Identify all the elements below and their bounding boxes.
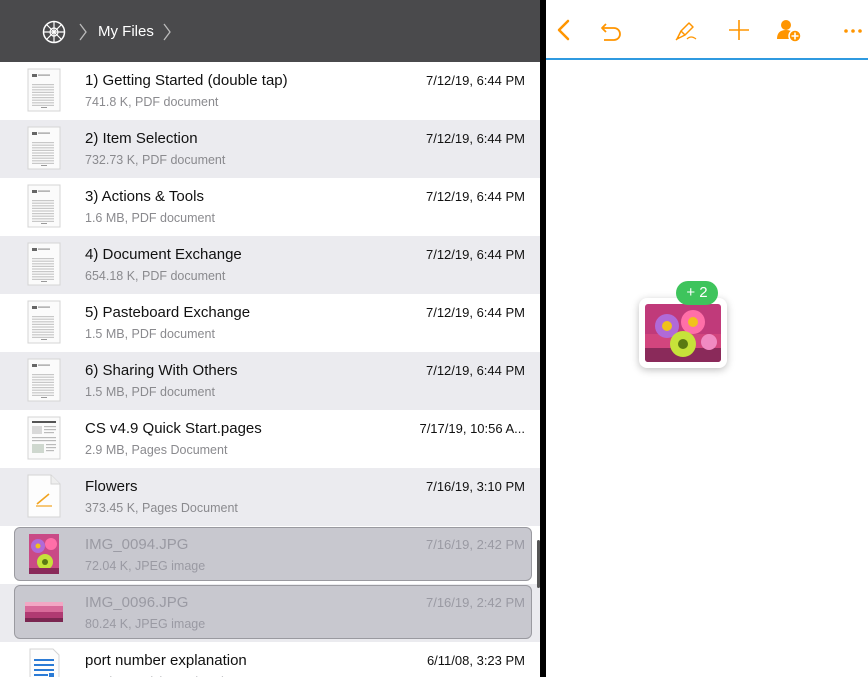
file-date: 7/12/19, 6:44 PM [425, 189, 525, 204]
file-row[interactable]: IMG_0094.JPG 72.04 K, JPEG image 7/16/19, … [0, 526, 540, 584]
markup-pen-icon[interactable] [673, 17, 699, 43]
file-name: 4) Document Exchange [85, 246, 242, 263]
file-name: port number explanation [85, 652, 247, 669]
chevron-right-icon [163, 23, 171, 41]
add-user-icon[interactable] [776, 17, 802, 43]
file-name: 1) Getting Started (double tap) [85, 72, 288, 89]
file-meta: 654.18 K, PDF document [85, 269, 226, 283]
file-meta: 741.8 K, PDF document [85, 95, 219, 109]
file-row[interactable]: Flowers 373.45 K, Pages Document 7/16/19, … [0, 468, 540, 526]
file-name: IMG_0096.JPG [85, 594, 189, 611]
file-meta: 1.5 MB, PDF document [85, 385, 215, 399]
globe-icon[interactable] [42, 20, 66, 44]
file-row[interactable]: IMG_0096.JPG 80.24 K, JPEG image 7/16/19, … [0, 584, 540, 642]
drag-count-badge: + 2 [676, 281, 718, 305]
file-row[interactable]: CS v4.9 Quick Start.pages 2.9 MB, Pages D… [0, 410, 540, 468]
document-pane: + 2 [546, 0, 868, 677]
file-meta: 373.45 K, Pages Document [85, 501, 238, 515]
file-thumbnail [25, 416, 63, 460]
file-name: 3) Actions & Tools [85, 188, 204, 205]
file-row[interactable]: 4) Document Exchange 654.18 K, PDF docume… [0, 236, 540, 294]
file-browser-pane: My Files 1) Getting Started (double tap)… [0, 0, 540, 677]
file-thumbnail [25, 68, 63, 112]
breadcrumb-my-files[interactable]: My Files [98, 23, 154, 40]
file-name: IMG_0094.JPG [85, 536, 189, 553]
file-date: 7/12/19, 6:44 PM [425, 131, 525, 146]
file-meta: 80.24 K, JPEG image [85, 617, 206, 631]
file-browser-header: My Files [0, 0, 540, 62]
more-icon[interactable] [840, 17, 866, 43]
file-thumbnail [25, 648, 63, 677]
file-date: 7/17/19, 10:56 A... [419, 421, 525, 436]
file-date: 7/12/19, 6:44 PM [425, 363, 525, 378]
file-row[interactable]: port number explanation671 bytes, rich t… [0, 642, 540, 677]
file-meta: 72.04 K, JPEG image [85, 559, 206, 573]
file-name: 6) Sharing With Others [85, 362, 238, 379]
file-row[interactable]: 3) Actions & Tools 1.6 MB, PDF document 7/… [0, 178, 540, 236]
file-thumbnail [25, 358, 63, 402]
file-name: 5) Pasteboard Exchange [85, 304, 251, 321]
file-thumbnail [25, 590, 63, 634]
add-icon[interactable] [726, 17, 752, 43]
drag-preview[interactable] [639, 298, 727, 368]
file-name: CS v4.9 Quick Start.pages [85, 420, 262, 437]
file-meta: 1.5 MB, PDF document [85, 327, 215, 341]
file-row[interactable]: 2) Item Selection 732.73 K, PDF document 7… [0, 120, 540, 178]
file-row[interactable]: 6) Sharing With Others 1.5 MB, PDF docume… [0, 352, 540, 410]
file-meta: 2.9 MB, Pages Document [85, 443, 228, 457]
file-date: 7/12/19, 6:44 PM [425, 305, 525, 320]
file-name: 2) Item Selection [85, 130, 198, 147]
file-name: Flowers [85, 478, 138, 495]
file-row[interactable]: 1) Getting Started (double tap) 741.8 K, … [0, 62, 540, 120]
file-thumbnail [25, 474, 63, 518]
file-thumbnail [25, 532, 63, 576]
file-date: 7/16/19, 2:42 PM [425, 595, 525, 610]
file-row[interactable]: 5) Pasteboard Exchange 1.5 MB, PDF docume… [0, 294, 540, 352]
chevron-right-icon [79, 23, 87, 41]
file-date: 6/11/08, 3:23 PM [426, 653, 525, 668]
back-icon[interactable] [552, 17, 578, 43]
file-thumbnail [25, 242, 63, 286]
drag-preview-image [645, 304, 721, 362]
file-thumbnail [25, 300, 63, 344]
file-date: 7/16/19, 3:10 PM [425, 479, 525, 494]
file-thumbnail [25, 126, 63, 170]
file-meta: 732.73 K, PDF document [85, 153, 226, 167]
file-meta: 1.6 MB, PDF document [85, 211, 215, 225]
file-thumbnail [25, 184, 63, 228]
file-list: 1) Getting Started (double tap) 741.8 K, … [0, 62, 540, 677]
file-date: 7/12/19, 6:44 PM [425, 73, 525, 88]
undo-icon[interactable] [598, 17, 624, 43]
file-date: 7/16/19, 2:42 PM [425, 537, 525, 552]
document-toolbar [546, 0, 868, 60]
file-date: 7/12/19, 6:44 PM [425, 247, 525, 262]
